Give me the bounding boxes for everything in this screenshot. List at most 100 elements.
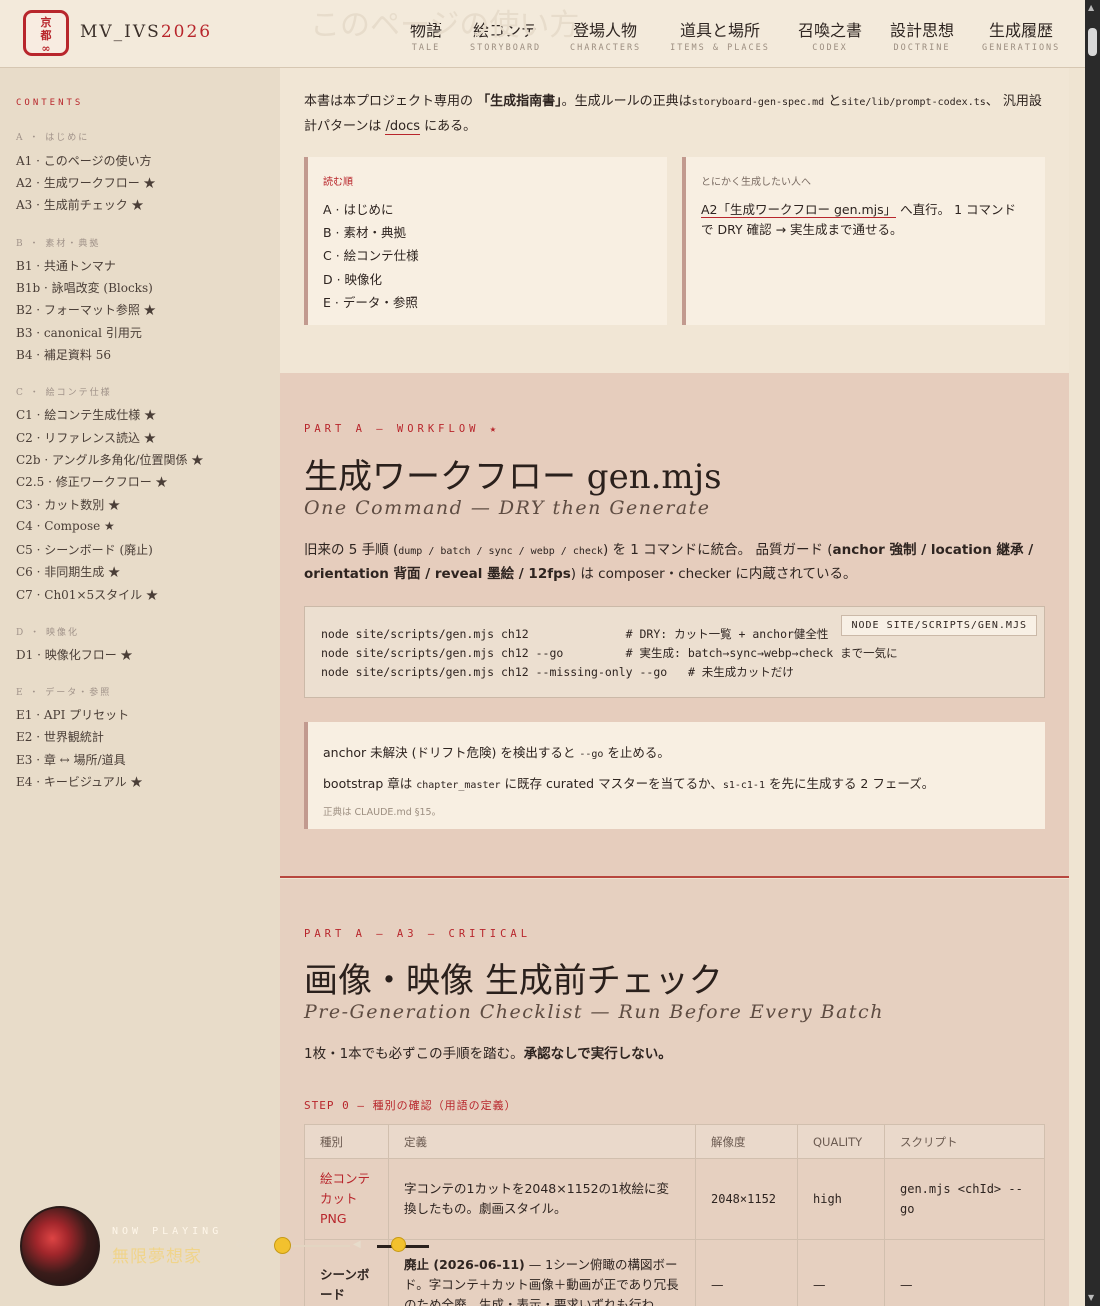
checklist-lead: 1枚・1本でも必ずこの手順を踏む。承認なしで実行しない。 [304, 1043, 1044, 1066]
now-playing-label: NOW PLAYING [112, 1226, 223, 1237]
sidebar-item-a1[interactable]: A1 · このページの使い方 [16, 152, 152, 169]
page-scrollbar[interactable]: ▲ ▼ [1085, 0, 1100, 1306]
sidebar-section-d: D ・ 映像化 [16, 628, 79, 638]
nav-items-places-sub: ITEMS & PLACES [670, 43, 770, 53]
note-code: --go [579, 749, 604, 760]
logo-seal[interactable]: 京都 ∞ [23, 10, 69, 56]
table-cell-resolution: 2048×1152 [695, 1158, 798, 1240]
sidebar-item-d1[interactable]: D1 · 映像化フロー ★ [16, 646, 133, 663]
nav-generations-sub: GENERATIONS [982, 43, 1061, 53]
sidebar-section-b: B ・ 素材・典拠 [16, 239, 101, 249]
sidebar-item-c5[interactable]: C5 · シーンボード (廃止) [16, 541, 153, 558]
read-order-item[interactable]: E · データ・参照 [323, 292, 418, 311]
playback-time: 0:19 [236, 1240, 256, 1249]
read-order-item[interactable]: D · 映像化 [323, 269, 382, 288]
read-order-item[interactable]: B · 素材・典拠 [323, 222, 406, 241]
workflow-description: 旧来の 5 手順 (dump / batch / sync / webp / c… [304, 539, 1044, 586]
sidebar-section-a: A ・ はじめに [16, 133, 90, 143]
brand-text: MV_IVS [80, 22, 161, 42]
table-header: スクリプト [884, 1124, 1045, 1159]
sidebar-item-c4[interactable]: C4 · Compose ★ [16, 519, 115, 533]
quick-start-card: とにかく生成したい人へ A2「生成ワークフロー gen.mjs」 へ直行。 1 … [682, 157, 1045, 325]
brand-name[interactable]: MV_IVS2026 [80, 22, 212, 42]
sidebar-item-c1[interactable]: C1 · 絵コンテ生成仕様 ★ [16, 406, 156, 423]
nav-characters[interactable]: 登場人物 CHARACTERS [570, 17, 640, 57]
note-source: 正典は CLAUDE.md §15。 [323, 807, 442, 818]
sidebar-item-c6[interactable]: C6 · 非同期生成 ★ [16, 563, 120, 580]
section-eyebrow: PART A — A3 — CRITICAL [304, 928, 532, 940]
table-cell-resolution: — [695, 1239, 798, 1306]
part-a-workflow-section: PART A — WORKFLOW ★ 生成ワークフロー gen.mjs One… [280, 373, 1069, 878]
workflow-link[interactable]: A2「生成ワークフロー gen.mjs」 [701, 202, 897, 218]
section-title: 画像・映像 生成前チェック [304, 961, 723, 1001]
volume-icon[interactable]: ◀ [353, 1239, 361, 1250]
seek-handle[interactable] [273, 1237, 291, 1254]
nav-storyboard[interactable]: 絵コンテ STORYBOARD [470, 17, 540, 57]
sidebar-item-e2[interactable]: E2 · 世界観統計 [16, 728, 104, 745]
intro-guide-name: 「生成指南書」 [477, 94, 562, 109]
nav-tale-sub: TALE [411, 43, 441, 53]
intro-section: 本書は本プロジェクト専用の 「生成指南書」。生成ルールの正典はstoryboar… [280, 68, 1069, 373]
note-text: を先に生成する 2 フェーズ。 [764, 776, 935, 791]
top-header: 京都 ∞ MV_IVS2026 物語 TALE 絵コンテ STORYBOARD 登場人… [0, 0, 1085, 68]
brand-year: 2026 [160, 22, 213, 42]
scroll-up-icon[interactable]: ▲ [1088, 3, 1094, 12]
note-text: を止める。 [603, 745, 670, 760]
quick-start-text-2: で DRY 確認 → 実生成まで通せる。 [701, 222, 903, 237]
nav-codex-sub: CODEX [812, 43, 848, 53]
album-art[interactable] [20, 1206, 100, 1286]
scroll-thumb[interactable] [1088, 28, 1097, 56]
sidebar-item-e4[interactable]: E4 · キービジュアル ★ [16, 773, 142, 790]
nav-tale[interactable]: 物語 TALE [410, 17, 442, 57]
nav-doctrine-sub: DOCTRINE [893, 43, 951, 53]
nav-items-places[interactable]: 道具と場所 ITEMS & PLACES [670, 17, 770, 57]
sidebar-item-c7[interactable]: C7 · Ch01×5スタイル ★ [16, 586, 158, 603]
workflow-guards-1: anchor 強制 / location 継承 / [832, 542, 1034, 558]
nav-items-places-label: 道具と場所 [679, 21, 760, 40]
volume-handle[interactable] [390, 1237, 406, 1252]
sidebar-item-c3[interactable]: C3 · カット数別 ★ [16, 496, 120, 513]
intro-text-3: と [824, 94, 842, 109]
track-title: 無限夢想家 [112, 1247, 202, 1267]
lead-text: 1枚・1本でも必ずこの手順を踏む。 [304, 1046, 524, 1062]
sidebar-item-b1b[interactable]: B1b · 詠唱改変 (Blocks) [16, 279, 153, 296]
sidebar-item-b3[interactable]: B3 · canonical 引用元 [16, 324, 142, 341]
nav-doctrine[interactable]: 設計思想 DOCTRINE [890, 17, 954, 57]
read-order-item[interactable]: C · 絵コンテ仕様 [323, 245, 419, 264]
sidebar-item-b1[interactable]: B1 · 共通トンマナ [16, 257, 116, 274]
quick-start-text: A2「生成ワークフロー gen.mjs」 へ直行。 1 コマンド [701, 199, 1016, 218]
read-order-item[interactable]: A · はじめに [323, 199, 393, 218]
scroll-down-icon[interactable]: ▼ [1088, 1293, 1094, 1302]
nav-codex[interactable]: 召喚之書 CODEX [797, 17, 863, 57]
quick-start-label: とにかく生成したい人へ [701, 177, 811, 188]
table-cell-quality: high [797, 1158, 885, 1240]
section-title: 生成ワークフロー gen.mjs [304, 457, 722, 497]
note-text: anchor 未解決 (ドリフト危険) を検出すると [323, 745, 580, 760]
sidebar-item-e1[interactable]: E1 · API プリセット [16, 706, 129, 723]
table-cell-script: — [884, 1239, 1045, 1306]
sidebar-item-c2[interactable]: C2 · リファレンス読込 ★ [16, 429, 156, 446]
table-cell-script: gen.mjs <chId> --go [884, 1158, 1045, 1240]
sidebar-item-b2[interactable]: B2 · フォーマット参照 ★ [16, 301, 156, 318]
read-order-label: 読む順 [323, 177, 353, 188]
section-subtitle: Pre-Generation Checklist — Run Before Ev… [304, 1001, 884, 1023]
section-eyebrow: PART A — WORKFLOW ★ [304, 423, 501, 435]
table-header: QUALITY [797, 1124, 885, 1159]
nav-storyboard-sub: STORYBOARD [470, 43, 542, 53]
nav-generations[interactable]: 生成履歴 GENERATIONS [982, 17, 1060, 57]
section-subtitle: One Command — DRY then Generate [304, 497, 711, 519]
table-cell-quality: — [797, 1239, 885, 1306]
table-header: 解像度 [695, 1124, 798, 1159]
docs-link[interactable]: /docs [385, 119, 420, 135]
sidebar-item-a2[interactable]: A2 · 生成ワークフロー ★ [16, 174, 156, 191]
sidebar-item-c25[interactable]: C2.5 · 修正ワークフロー ★ [16, 473, 168, 490]
intro-spec-file: storyboard-gen-spec.md [691, 97, 825, 108]
sidebar-item-c2b[interactable]: C2b · アングル多角化/位置関係 ★ [16, 451, 203, 468]
intro-text-1: 本書は本プロジェクト専用の [304, 94, 478, 109]
nav-storyboard-label: 絵コンテ [472, 21, 537, 40]
sidebar-item-a3[interactable]: A3 · 生成前チェック ★ [16, 196, 144, 213]
sidebar-item-b4[interactable]: B4 · 補足資料 56 [16, 346, 111, 363]
workflow-guards-2: orientation 背面 / reveal 墨絵 / 12fps [304, 566, 571, 582]
step-0-label: STEP 0 — 種別の確認（用語の定義） [304, 1099, 517, 1112]
sidebar-item-e3[interactable]: E3 · 章 ↔ 場所/道具 [16, 751, 126, 768]
